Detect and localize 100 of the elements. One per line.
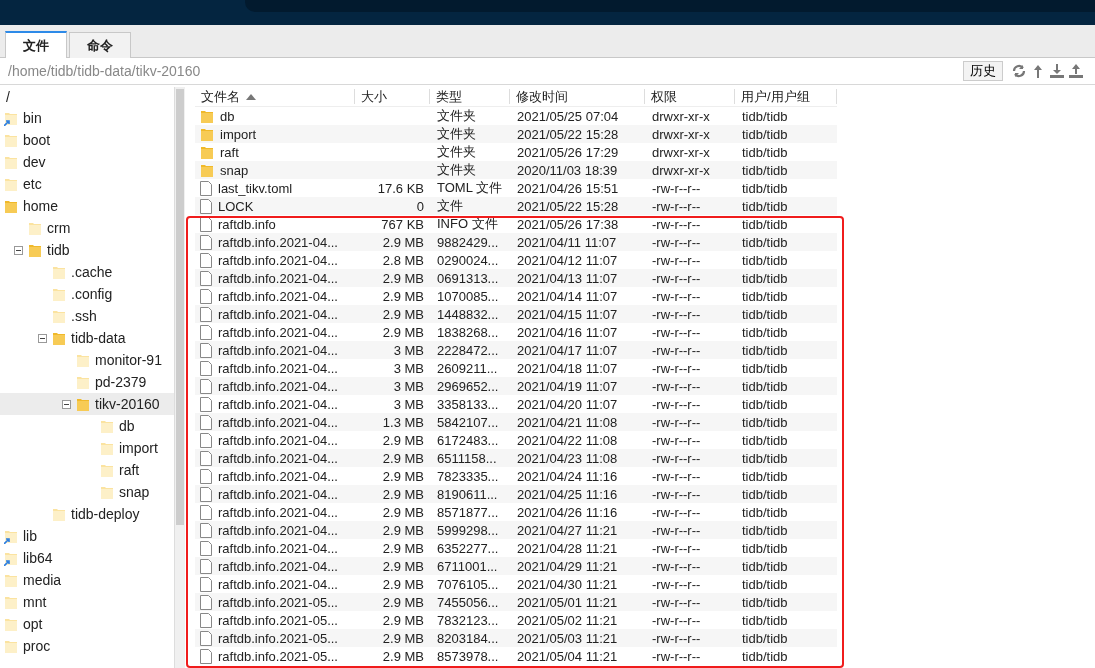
modified-time: 2021/04/13 11:07 [516,270,619,286]
file-name[interactable]: raftdb.info.2021-04... [218,396,338,412]
modified-time: 2021/05/01 11:21 [516,594,619,610]
tree-item[interactable]: opt [0,613,174,635]
file-name[interactable]: raftdb.info.2021-04... [218,324,338,340]
tree-item[interactable]: tidb-deploy [0,503,174,525]
file-name[interactable]: raftdb.info.2021-04... [218,414,338,430]
tree-item[interactable]: home [0,195,174,217]
file-name[interactable]: raftdb.info.2021-04... [218,486,338,502]
file-name[interactable]: db [220,108,235,124]
file-name[interactable]: raftdb.info.2021-04... [218,342,338,358]
tab[interactable]: 文件 [5,31,67,58]
collapse-icon[interactable] [62,399,71,409]
refresh-icon[interactable] [1011,63,1027,79]
tree-item[interactable]: dev [0,151,174,173]
file-name[interactable]: raftdb.info.2021-04... [218,432,338,448]
column-header[interactable]: 类型 [430,89,510,104]
owner: tidb/tidb [741,378,789,394]
path-field[interactable]: /home/tidb/tidb-data/tikv-20160 [8,63,963,79]
permissions: -rw-r--r-- [651,432,702,448]
history-button[interactable]: 历史 [963,61,1003,81]
file-name[interactable]: LOCK [218,198,254,214]
file-name[interactable]: raftdb.info.2021-04... [218,576,338,592]
file-name[interactable]: raftdb.info.2021-04... [218,378,338,394]
file-name[interactable]: raftdb.info.2021-04... [218,540,338,556]
tree-item[interactable]: tikv-20160 [0,393,174,415]
collapse-icon[interactable] [14,245,23,255]
column-header[interactable]: 文件名 [195,89,355,104]
column-header[interactable]: 权限 [645,89,735,104]
download-icon[interactable] [1049,63,1065,79]
folder-icon [76,352,90,368]
file-name[interactable]: raftdb.info.2021-04... [218,468,338,484]
file-type: 1448832... [436,306,500,322]
file-size: 1.3 MB [381,414,425,430]
tree-item[interactable]: mnt [0,591,174,613]
modified-time: 2021/05/02 11:21 [516,612,619,628]
permissions: -rw-r--r-- [651,576,702,592]
file-name[interactable]: raftdb.info.2021-05... [218,648,338,664]
file-name[interactable]: raftdb.info.2021-04... [218,558,338,574]
tree-item[interactable]: .config [0,283,174,305]
permissions: drwxr-xr-x [651,162,711,178]
file-type: 0691313... [436,270,500,286]
owner: tidb/tidb [741,162,789,178]
file-name[interactable]: raftdb.info.2021-04... [218,504,338,520]
file-name[interactable]: raftdb.info.2021-04... [218,252,338,268]
file-name[interactable]: raft [220,144,239,160]
tree-item[interactable]: etc [0,173,174,195]
tree-item[interactable]: media [0,569,174,591]
file-name[interactable]: snap [220,162,249,178]
permissions: -rw-r--r-- [651,234,702,250]
tree-item[interactable]: lib64 [0,547,174,569]
collapse-icon[interactable] [38,333,47,343]
file-name[interactable]: raftdb.info.2021-05... [218,594,338,610]
file-name[interactable]: raftdb.info.2021-04... [218,270,338,286]
tree-item[interactable]: monitor-91 [0,349,174,371]
file-size: 2.9 MB [381,306,425,322]
file-type: 2228472... [436,342,500,358]
column-header[interactable]: 大小 [355,89,430,104]
tree-root[interactable]: / [0,89,174,107]
tree-item[interactable]: .cache [0,261,174,283]
tree-item[interactable]: proc [0,635,174,657]
file-name[interactable]: raftdb.info.2021-04... [218,306,338,322]
tree-item[interactable]: lib [0,525,174,547]
tree-item[interactable]: db [0,415,174,437]
tree-item[interactable]: boot [0,129,174,151]
file-size: 2.9 MB [381,270,425,286]
file-type: 5842107... [436,414,500,430]
permissions: -rw-r--r-- [651,414,702,430]
file-name[interactable]: last_tikv.toml [218,180,293,196]
column-header[interactable]: 修改时间 [510,89,645,104]
file-type: 2609211... [436,360,499,376]
tree-item[interactable]: import [0,437,174,459]
owner: tidb/tidb [741,198,789,214]
permissions: -rw-r--r-- [651,324,702,340]
tree-item[interactable]: tidb [0,239,174,261]
tree-item[interactable]: bin [0,107,174,129]
file-name[interactable]: raftdb.info.2021-04... [218,360,338,376]
file-name[interactable]: import [220,126,257,142]
column-header[interactable]: 用户/用户组 [735,89,837,104]
folder-icon [200,126,214,142]
file-name[interactable]: raftdb.info.2021-05... [218,630,338,646]
file-name[interactable]: raftdb.info.2021-04... [218,288,338,304]
permissions: -rw-r--r-- [651,396,702,412]
modified-time: 2021/04/28 11:21 [516,540,619,556]
tree-item[interactable]: pd-2379 [0,371,174,393]
tab[interactable]: 命令 [69,32,131,58]
file-name[interactable]: raftdb.info.2021-05... [218,612,338,628]
file-name[interactable]: raftdb.info.2021-04... [218,522,338,538]
tree-item[interactable]: crm [0,217,174,239]
file-name[interactable]: raftdb.info.2021-04... [218,450,338,466]
tree-item[interactable]: tidb-data [0,327,174,349]
tree-item[interactable]: .ssh [0,305,174,327]
upload-icon[interactable] [1068,63,1084,79]
tree-item[interactable]: raft [0,459,174,481]
owner: tidb/tidb [741,270,789,286]
permissions: -rw-r--r-- [651,612,702,628]
tree-item[interactable]: snap [0,481,174,503]
file-name[interactable]: raftdb.info.2021-04... [218,234,338,250]
file-name[interactable]: raftdb.info [218,216,276,232]
owner: tidb/tidb [741,450,789,466]
